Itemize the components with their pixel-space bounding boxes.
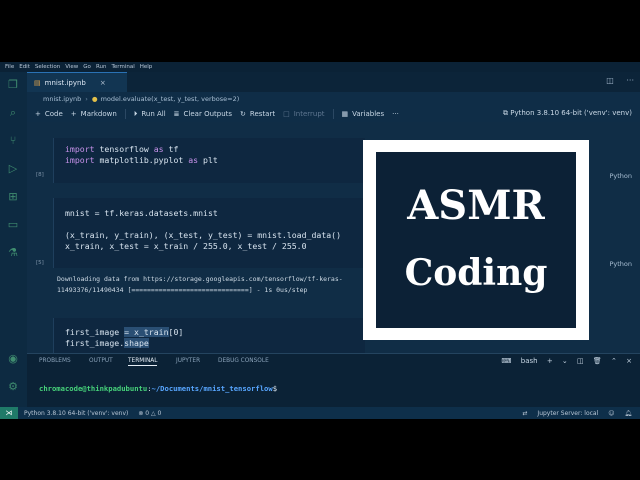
cell-language[interactable]: Python bbox=[609, 260, 632, 268]
remote-explorer-icon[interactable]: ▭ bbox=[6, 218, 20, 232]
extensions-icon[interactable]: ⊞ bbox=[6, 190, 20, 204]
status-right: ⇄ Jupyter Server: local ☺ 🔔︎ bbox=[514, 410, 632, 417]
menu-terminal[interactable]: Terminal bbox=[111, 64, 134, 70]
source-control-icon[interactable]: ⑂ bbox=[6, 134, 20, 148]
chevron-right-icon: › bbox=[85, 95, 88, 103]
tab-label: mnist.ipynb bbox=[44, 78, 86, 87]
search-icon[interactable]: ⌕ bbox=[6, 106, 20, 120]
feedback-icon[interactable]: ☺ bbox=[608, 410, 614, 417]
variables-icon: ▦ bbox=[341, 110, 349, 118]
status-interpreter[interactable]: Python 3.8.10 64-bit ('venv': venv) bbox=[24, 410, 128, 417]
status-bar: ⋊ Python 3.8.10 64-bit ('venv': venv) ⊗ … bbox=[0, 407, 640, 419]
menu-go[interactable]: Go bbox=[83, 64, 91, 70]
panel-actions: ⌨ bash + ⌄ ◫ 🗑 ⌃ × bbox=[494, 357, 632, 365]
menu-selection[interactable]: Selection bbox=[35, 64, 60, 70]
notebook-toolbar: + Code + Markdown ⏵ Run All ≣ Clear Outputs … bbox=[27, 106, 640, 122]
overlay-title-coding: Coding bbox=[404, 252, 548, 294]
status-problems[interactable]: ⊗ 0 △ 0 bbox=[138, 410, 161, 417]
interrupt-button[interactable]: □ Interrupt bbox=[283, 110, 324, 118]
close-panel-icon[interactable]: × bbox=[626, 357, 632, 365]
tab-mnist-notebook[interactable]: ▤ mnist.ipynb × bbox=[27, 72, 127, 92]
stop-icon: □ bbox=[283, 110, 290, 118]
activity-bar: ❐ ⌕ ⑂ ▷ ⊞ ▭ ⚗ ◉ ⚙ bbox=[0, 72, 27, 407]
tab-problems[interactable]: PROBLEMS bbox=[39, 358, 71, 364]
run-all-button[interactable]: ⏵ Run All bbox=[134, 110, 166, 119]
plus-icon: + bbox=[70, 110, 77, 118]
menu-bar: File Edit Selection View Go Run Terminal… bbox=[0, 62, 640, 72]
run-all-icon: ⏵ bbox=[133, 109, 138, 118]
breadcrumb: mnist.ipynb › ● model.evaluate(x_test, y… bbox=[27, 92, 640, 106]
variables-button[interactable]: ▦ Variables bbox=[342, 110, 385, 118]
breadcrumb-file[interactable]: mnist.ipynb bbox=[43, 95, 81, 103]
new-terminal-icon[interactable]: + bbox=[547, 357, 553, 365]
more-actions-icon[interactable]: ··· bbox=[626, 76, 634, 85]
overlay-title-asmr: ASMR bbox=[407, 182, 545, 229]
tab-debug-console[interactable]: DEBUG CONSOLE bbox=[218, 358, 269, 364]
cell-source[interactable]: import tensorflow as tf import matplotli… bbox=[65, 144, 218, 166]
status-jupyter-server[interactable]: ⇄ Jupyter Server: local bbox=[522, 410, 598, 417]
letterbox-top bbox=[0, 0, 640, 62]
kill-terminal-icon[interactable]: 🗑 bbox=[593, 357, 602, 365]
kernel-picker[interactable]: ⧉ Python 3.8.10 64-bit ('venv': venv) bbox=[503, 109, 632, 118]
run-debug-icon[interactable]: ▷ bbox=[6, 162, 20, 176]
menu-help[interactable]: Help bbox=[140, 64, 153, 70]
maximize-panel-icon[interactable]: ⌃ bbox=[611, 357, 617, 365]
breadcrumb-symbol[interactable]: model.evaluate(x_test, y_test, verbose=2… bbox=[101, 95, 240, 103]
split-editor-icon[interactable]: ◫ bbox=[606, 76, 614, 85]
letterbox-bottom bbox=[0, 419, 640, 480]
restart-icon: ↻ bbox=[240, 110, 246, 118]
editor-actions: ◫ ··· bbox=[596, 76, 634, 85]
terminal-shell-icon: ⌨ bash bbox=[501, 357, 538, 365]
add-code-cell-button[interactable]: + Code bbox=[35, 110, 63, 118]
remote-icon[interactable]: ⋊ bbox=[0, 407, 18, 419]
notifications-bell-icon[interactable]: 🔔︎ bbox=[624, 410, 632, 417]
menu-file[interactable]: File bbox=[5, 64, 14, 70]
account-icon[interactable]: ◉ bbox=[6, 352, 20, 366]
settings-gear-icon[interactable]: ⚙ bbox=[6, 380, 20, 394]
execution-count: [8] bbox=[36, 172, 44, 178]
clear-outputs-button[interactable]: ≣ Clear Outputs bbox=[174, 110, 232, 118]
menu-edit[interactable]: Edit bbox=[19, 64, 30, 70]
add-markdown-cell-button[interactable]: + Markdown bbox=[71, 110, 117, 118]
split-terminal-icon[interactable]: ◫ bbox=[577, 357, 584, 365]
cell-source[interactable]: mnist = tf.keras.datasets.mnist (x_train… bbox=[65, 208, 341, 252]
tab-jupyter[interactable]: JUPYTER bbox=[176, 358, 200, 364]
toolbar-divider bbox=[332, 109, 334, 119]
close-tab-icon[interactable]: × bbox=[100, 79, 106, 87]
editor-tab-bar: ▤ mnist.ipynb × ◫ ··· bbox=[27, 72, 640, 92]
bottom-panel: PROBLEMS OUTPUT TERMINAL JUPYTER DEBUG C… bbox=[27, 353, 640, 407]
clear-all-icon: ≣ bbox=[173, 110, 180, 118]
menu-view[interactable]: View bbox=[65, 64, 78, 70]
terminal-shell-label: bash bbox=[520, 357, 538, 365]
terminal-prompt[interactable]: chromacode@thinkpadubuntu:~/Documents/mn… bbox=[39, 384, 277, 393]
tab-terminal[interactable]: TERMINAL bbox=[128, 358, 158, 366]
execution-count: [5] bbox=[36, 260, 44, 266]
cell-language[interactable]: Python bbox=[609, 172, 632, 180]
toolbar-more-button[interactable]: ··· bbox=[392, 110, 399, 118]
plus-icon: + bbox=[35, 110, 41, 118]
toolbar-divider bbox=[124, 109, 126, 119]
menu-run[interactable]: Run bbox=[96, 64, 107, 70]
cell-output: Downloading data from https://storage.go… bbox=[57, 275, 343, 294]
python-icon: ● bbox=[91, 95, 98, 103]
notebook-file-icon: ▤ bbox=[34, 78, 41, 87]
chevron-down-icon[interactable]: ⌄ bbox=[562, 357, 568, 365]
testing-icon[interactable]: ⚗ bbox=[6, 246, 20, 260]
explorer-icon[interactable]: ❐ bbox=[6, 78, 20, 92]
tab-output[interactable]: OUTPUT bbox=[89, 358, 113, 364]
asmr-title-card bbox=[376, 152, 576, 328]
restart-button[interactable]: ↻ Restart bbox=[240, 110, 275, 118]
cell-source[interactable]: first_image = x_train[0] first_image.sha… bbox=[65, 327, 183, 349]
